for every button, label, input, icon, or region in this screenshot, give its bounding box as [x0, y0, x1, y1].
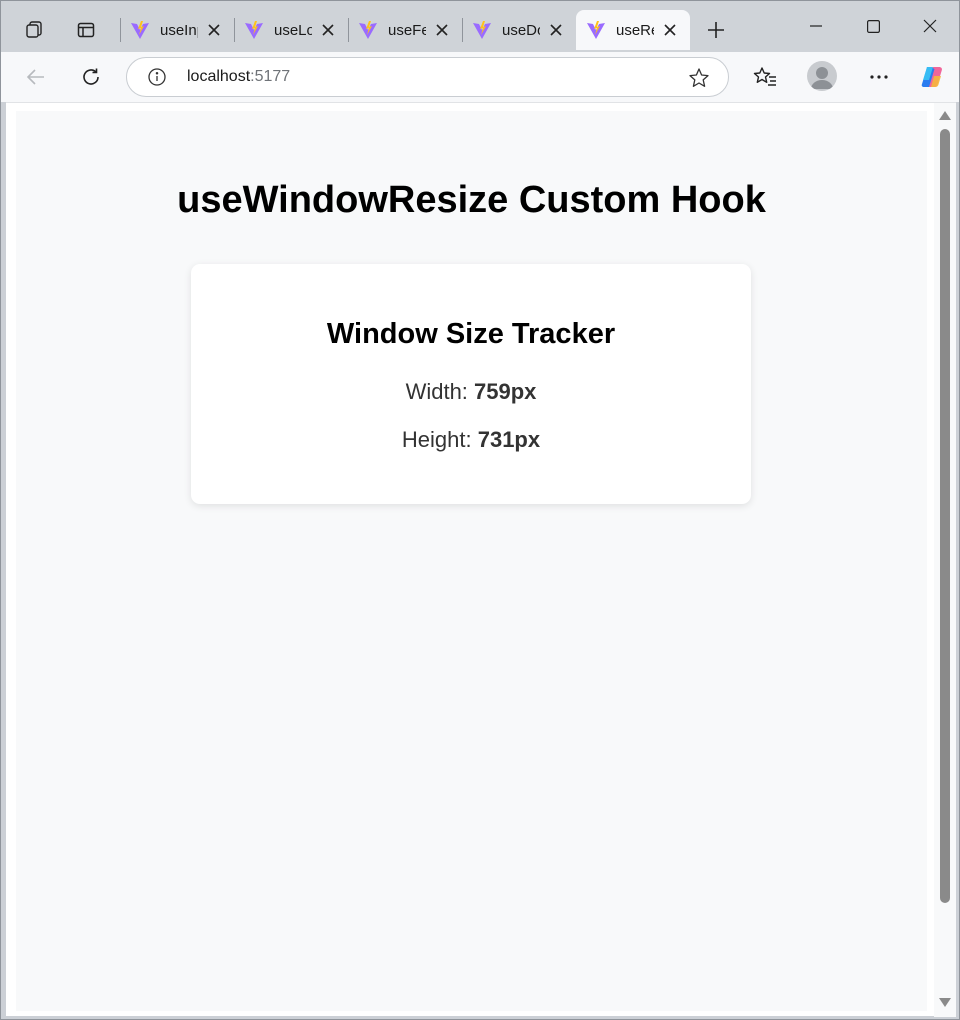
close-icon[interactable] — [660, 20, 680, 40]
maximize-icon — [866, 19, 880, 33]
tab-label: useFetch — [388, 21, 426, 39]
page-body: useWindowResize Custom Hook Window Size … — [16, 111, 927, 1011]
tab-separator — [348, 18, 349, 42]
profile-icon[interactable] — [807, 61, 837, 91]
star-icon[interactable] — [688, 67, 710, 89]
url-host: localhost — [187, 68, 251, 85]
height-label: Height: — [401, 427, 478, 452]
vite-logo-icon — [359, 21, 377, 39]
scroll-up-arrow-icon[interactable] — [939, 111, 951, 120]
vite-logo-icon — [245, 21, 263, 39]
maximize-button[interactable] — [853, 8, 893, 44]
url-text[interactable]: localhost:5177 — [187, 68, 290, 86]
browser-toolbar: localhost:5177 — [0, 52, 960, 102]
tab-uselocalstorage[interactable]: useLocalStorage — [234, 10, 348, 50]
copilot-button[interactable] — [915, 60, 949, 94]
close-icon[interactable] — [546, 20, 566, 40]
tab-separator — [234, 18, 235, 42]
favorites-button[interactable] — [748, 60, 782, 94]
vite-logo-icon — [131, 21, 149, 39]
minimize-icon — [810, 25, 822, 27]
close-icon — [923, 19, 937, 33]
tab-useresize-active[interactable]: useResize — [576, 10, 690, 50]
workspaces-icon[interactable] — [18, 14, 50, 46]
refresh-button[interactable] — [74, 60, 108, 94]
refresh-icon — [83, 68, 99, 85]
back-button[interactable] — [19, 60, 53, 94]
tab-label: useLocalStorage — [274, 21, 312, 39]
close-icon[interactable] — [318, 20, 338, 40]
tab-separator — [120, 18, 121, 42]
info-icon[interactable] — [147, 67, 167, 87]
close-icon[interactable] — [204, 20, 224, 40]
more-icon — [870, 75, 888, 79]
minimize-button[interactable] — [796, 8, 836, 44]
tab-label: useResize — [616, 21, 654, 39]
close-window-button[interactable] — [910, 8, 950, 44]
scroll-down-arrow-icon[interactable] — [939, 998, 951, 1007]
width-label: Width: — [405, 379, 475, 404]
copilot-icon — [921, 67, 942, 87]
tab-label: useDocumentTitle — [502, 21, 540, 39]
tab-useinput[interactable]: useInput — [120, 10, 234, 50]
vite-logo-icon — [473, 21, 491, 39]
width-row: Width: 759px — [191, 379, 751, 405]
height-row: Height: 731px — [191, 427, 751, 453]
tab-separator — [462, 18, 463, 42]
tab-strip: useInput useLocalStorage useFetch useDoc… — [0, 0, 960, 52]
vite-logo-icon — [587, 21, 605, 39]
more-button[interactable] — [862, 60, 896, 94]
card-heading: Window Size Tracker — [326, 318, 616, 350]
page-title: useWindowResize Custom Hook — [177, 179, 766, 221]
height-value: 731px — [477, 427, 541, 452]
back-arrow-icon — [26, 69, 44, 85]
close-icon[interactable] — [432, 20, 452, 40]
url-port: :5177 — [250, 68, 291, 85]
new-tab-button[interactable] — [700, 14, 732, 46]
favorites-icon — [753, 67, 776, 86]
web-content-viewport: useWindowResize Custom Hook Window Size … — [6, 102, 956, 1017]
scrollbar-thumb[interactable] — [940, 129, 950, 903]
tab-usefetch[interactable]: useFetch — [348, 10, 462, 50]
tab-label: useInput — [160, 21, 198, 39]
window-size-card: Window Size Tracker Width: 759px Height:… — [191, 264, 751, 504]
plus-icon — [708, 22, 724, 38]
tab-usedocumenttitle[interactable]: useDocumentTitle — [462, 10, 576, 50]
vertical-scrollbar[interactable] — [934, 103, 956, 1017]
vertical-tabs-icon[interactable] — [70, 14, 102, 46]
width-value: 759px — [474, 379, 537, 404]
address-bar[interactable]: localhost:5177 — [126, 57, 729, 97]
